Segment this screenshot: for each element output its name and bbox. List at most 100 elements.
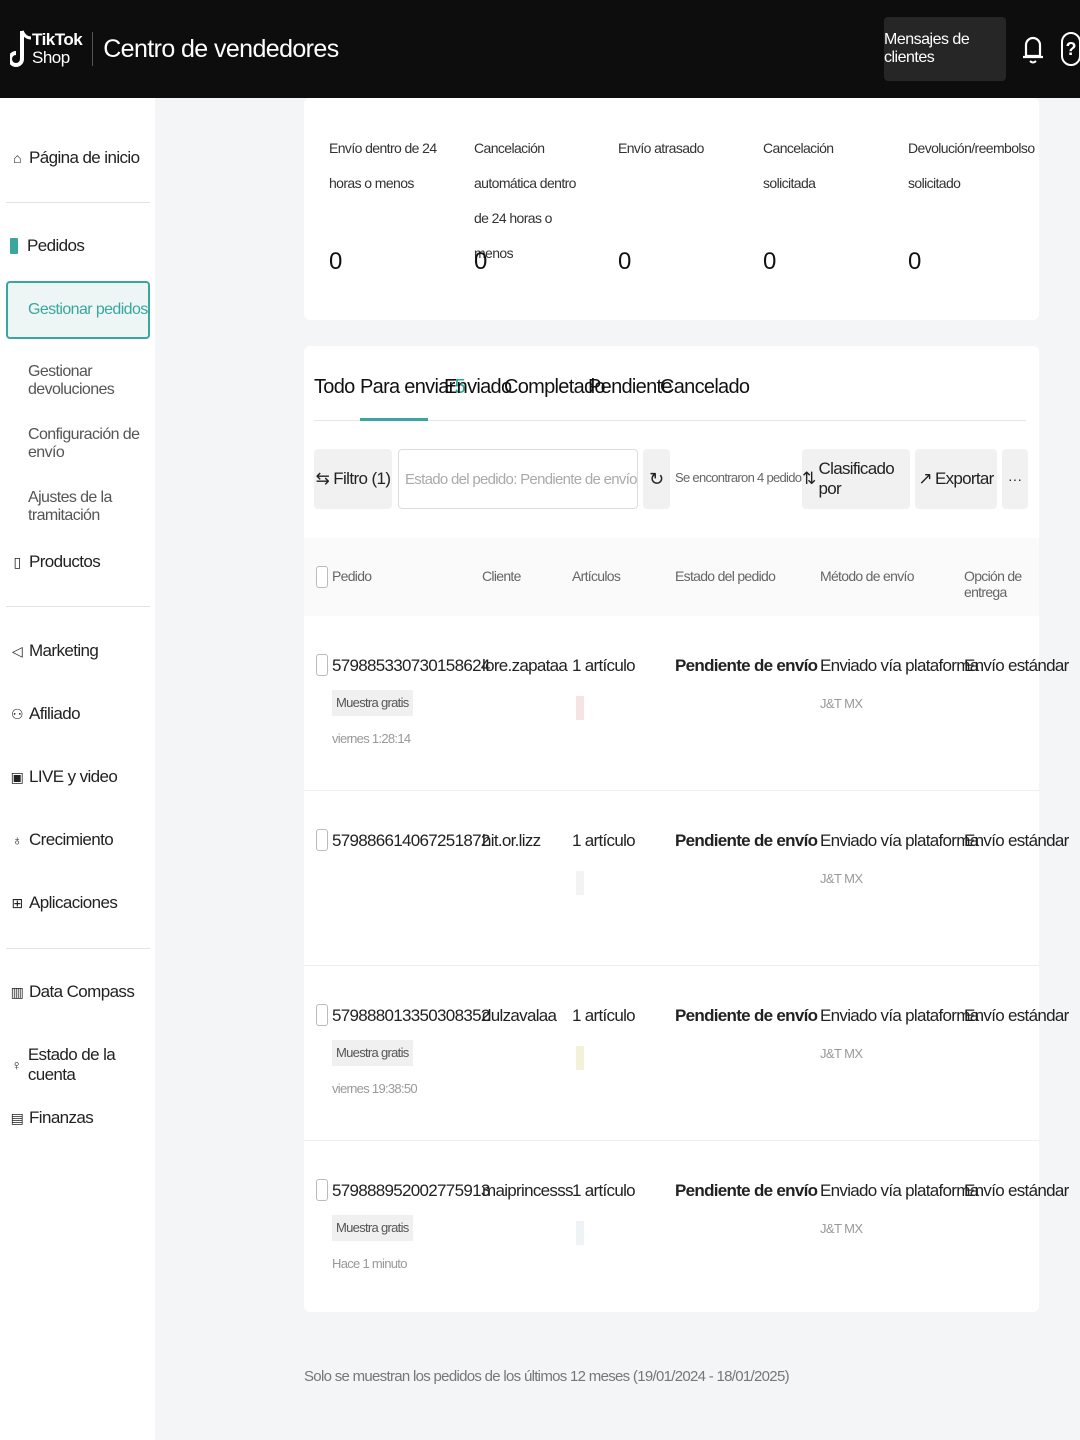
video-icon: ▣	[10, 768, 24, 785]
order-status: Pendiente de envío	[675, 656, 818, 675]
sidebar-item-live-video[interactable]: ▣ LIVE y video	[10, 767, 118, 787]
items-count: 1 artículo	[572, 831, 636, 850]
refresh-icon[interactable]: ↻	[643, 449, 670, 509]
filter-label: Filtro (1)	[333, 469, 391, 488]
customer-name[interactable]: hit.or.lizz	[482, 831, 541, 851]
sidebar-item-label: Página de inicio	[29, 148, 140, 167]
sidebar-item-finance[interactable]: ▤ Finanzas	[10, 1108, 94, 1128]
tab-cancelled[interactable]: Cancelado	[660, 376, 750, 399]
tab-label: Para enviar	[360, 376, 455, 398]
sidebar-item-manage-returns[interactable]: Gestionar devoluciones	[28, 363, 155, 399]
order-id-link[interactable]: 579888952002775913	[332, 1181, 490, 1201]
sidebar-item-manage-orders[interactable]: Gestionar pedidos	[6, 281, 150, 339]
product-thumbnail[interactable]	[576, 1046, 584, 1070]
orders-date-range-note: Solo se muestran los pedidos de los últi…	[304, 1368, 790, 1385]
help-icon[interactable]: ?	[1061, 32, 1080, 66]
order-id-link[interactable]: 579885330730158624	[332, 656, 490, 676]
shipping-method: Enviado vía plataforma	[820, 656, 979, 675]
column-items: Artículos	[572, 568, 621, 584]
sidebar-item-affiliate[interactable]: ⚇ Afiliado	[10, 704, 81, 724]
tiktok-shop-logo[interactable]: TikTok Shop	[8, 25, 83, 73]
product-thumbnail[interactable]	[576, 696, 584, 720]
stat-value-ship-24h[interactable]: 0	[329, 248, 342, 276]
app-title: Centro de vendedores	[103, 34, 339, 63]
row-checkbox[interactable]	[316, 1004, 328, 1026]
sidebar-divider	[6, 948, 150, 949]
free-sample-badge: Muestra gratis	[332, 1040, 413, 1066]
stat-value-auto-cancel[interactable]: 0	[474, 248, 487, 276]
filter-button[interactable]: ⇆ Filtro (1)	[314, 449, 392, 509]
filter-value: Estado del pedido: Pendiente de envío (4…	[405, 470, 638, 488]
sidebar-item-shipping-config[interactable]: Configuración de envío	[28, 426, 155, 462]
select-all-checkbox[interactable]	[316, 566, 328, 588]
carrier-name: J&T MX	[820, 696, 863, 711]
items-count: 1 artículo	[572, 656, 636, 675]
sidebar-item-orders[interactable]: Pedidos	[10, 236, 85, 256]
logo-line1: TikTok	[32, 30, 83, 49]
order-time: viernes 1:28:14	[332, 731, 411, 746]
sort-icon: ⇅	[802, 469, 816, 488]
delivery-option: Envío estándar	[964, 831, 1069, 850]
carrier-name: J&T MX	[820, 1221, 863, 1236]
header-divider	[92, 32, 94, 66]
free-sample-badge: Muestra gratis	[332, 1215, 413, 1241]
export-label: Exportar	[934, 469, 994, 488]
export-icon: ↗	[918, 469, 932, 488]
bell-icon[interactable]	[1022, 32, 1044, 71]
delivery-option: Envío estándar	[964, 656, 1069, 675]
order-status-filter-select[interactable]: Estado del pedido: Pendiente de envío (4…	[398, 449, 638, 509]
stat-value-cancel-requested[interactable]: 0	[763, 248, 776, 276]
results-count: Se encontraron 4 pedidos	[675, 470, 808, 485]
tab-all[interactable]: Todo	[314, 376, 355, 399]
home-icon: ⌂	[13, 150, 21, 166]
tiktok-note-icon	[8, 25, 32, 73]
clipboard-icon	[10, 238, 18, 254]
delivery-option: Envío estándar	[964, 1006, 1069, 1025]
stat-value-late-shipping[interactable]: 0	[618, 248, 631, 276]
sidebar-item-growth[interactable]: ♁ Crecimiento	[10, 830, 114, 850]
sidebar-item-products[interactable]: ▯ Productos	[10, 552, 100, 572]
tab-shipped[interactable]: Enviado	[444, 376, 512, 399]
sidebar-item-data-compass[interactable]: ▥ Data Compass	[10, 982, 135, 1002]
row-checkbox[interactable]	[316, 654, 328, 676]
customer-name[interactable]: dulzavalaa	[482, 1006, 557, 1026]
more-options-button[interactable]: ···	[1002, 449, 1028, 509]
sidebar-item-apps[interactable]: ⊞ Aplicaciones	[10, 893, 117, 913]
product-icon: ▯	[13, 553, 21, 570]
customer-messages-button[interactable]: Mensajes de clientes	[884, 17, 1006, 81]
product-thumbnail[interactable]	[576, 1221, 584, 1245]
order-id-link[interactable]: 579886614067251872	[332, 831, 490, 851]
sidebar-item-home[interactable]: ⌂ Página de inicio	[10, 148, 140, 168]
row-checkbox[interactable]	[316, 1179, 328, 1201]
table-row[interactable]: 579886614067251872 hit.or.lizz 1 artícul…	[304, 791, 1069, 966]
row-checkbox[interactable]	[316, 829, 328, 851]
sidebar-item-marketing[interactable]: ◁ Marketing	[10, 641, 99, 661]
sidebar-item-label: Aplicaciones	[29, 893, 118, 912]
sidebar-item-label: Finanzas	[29, 1108, 94, 1127]
sort-button[interactable]: ⇅ Clasificado por	[802, 449, 910, 509]
sidebar-item-label: Afiliado	[29, 704, 81, 723]
table-row[interactable]: 579885330730158624 Muestra gratis vierne…	[304, 616, 1069, 791]
sidebar-item-account-health[interactable]: ♀ Estado de la cuenta	[10, 1045, 155, 1085]
orders-card: Todo Para enviar5 Enviado Completado Pen…	[304, 346, 1069, 1312]
sidebar-item-processing-settings[interactable]: Ajustes de la tramitación	[28, 489, 155, 525]
order-stats-card: Envío dentro de 24 horas o menos 0 Cance…	[304, 98, 1039, 320]
table-header: Pedido Cliente Artículos Estado del pedi…	[304, 538, 1039, 616]
table-row[interactable]: 579888952002775913 Muestra gratis Hace 1…	[304, 1141, 1069, 1316]
free-sample-badge: Muestra gratis	[332, 690, 413, 716]
stat-value-refund-requested[interactable]: 0	[908, 248, 921, 276]
customer-name[interactable]: maiprincesss	[482, 1181, 573, 1201]
order-status: Pendiente de envío	[675, 831, 818, 850]
people-icon: ⚇	[11, 705, 24, 722]
export-button[interactable]: ↗ Exportar	[915, 449, 997, 509]
product-thumbnail[interactable]	[576, 871, 584, 895]
order-id-link[interactable]: 579888013350308352	[332, 1006, 490, 1026]
items-count: 1 artículo	[572, 1006, 636, 1025]
customer-name[interactable]: lore.zapataa	[482, 656, 568, 676]
order-time: Hace 1 minuto	[332, 1256, 407, 1271]
top-header: TikTok Shop Centro de vendedores Mensaje…	[0, 0, 1080, 98]
table-row[interactable]: 579888013350308352 Muestra gratis vierne…	[304, 966, 1069, 1141]
sidebar-item-label: Estado de la cuenta	[27, 1045, 116, 1084]
sidebar-divider	[6, 606, 150, 607]
apps-grid-icon: ⊞	[11, 894, 23, 911]
